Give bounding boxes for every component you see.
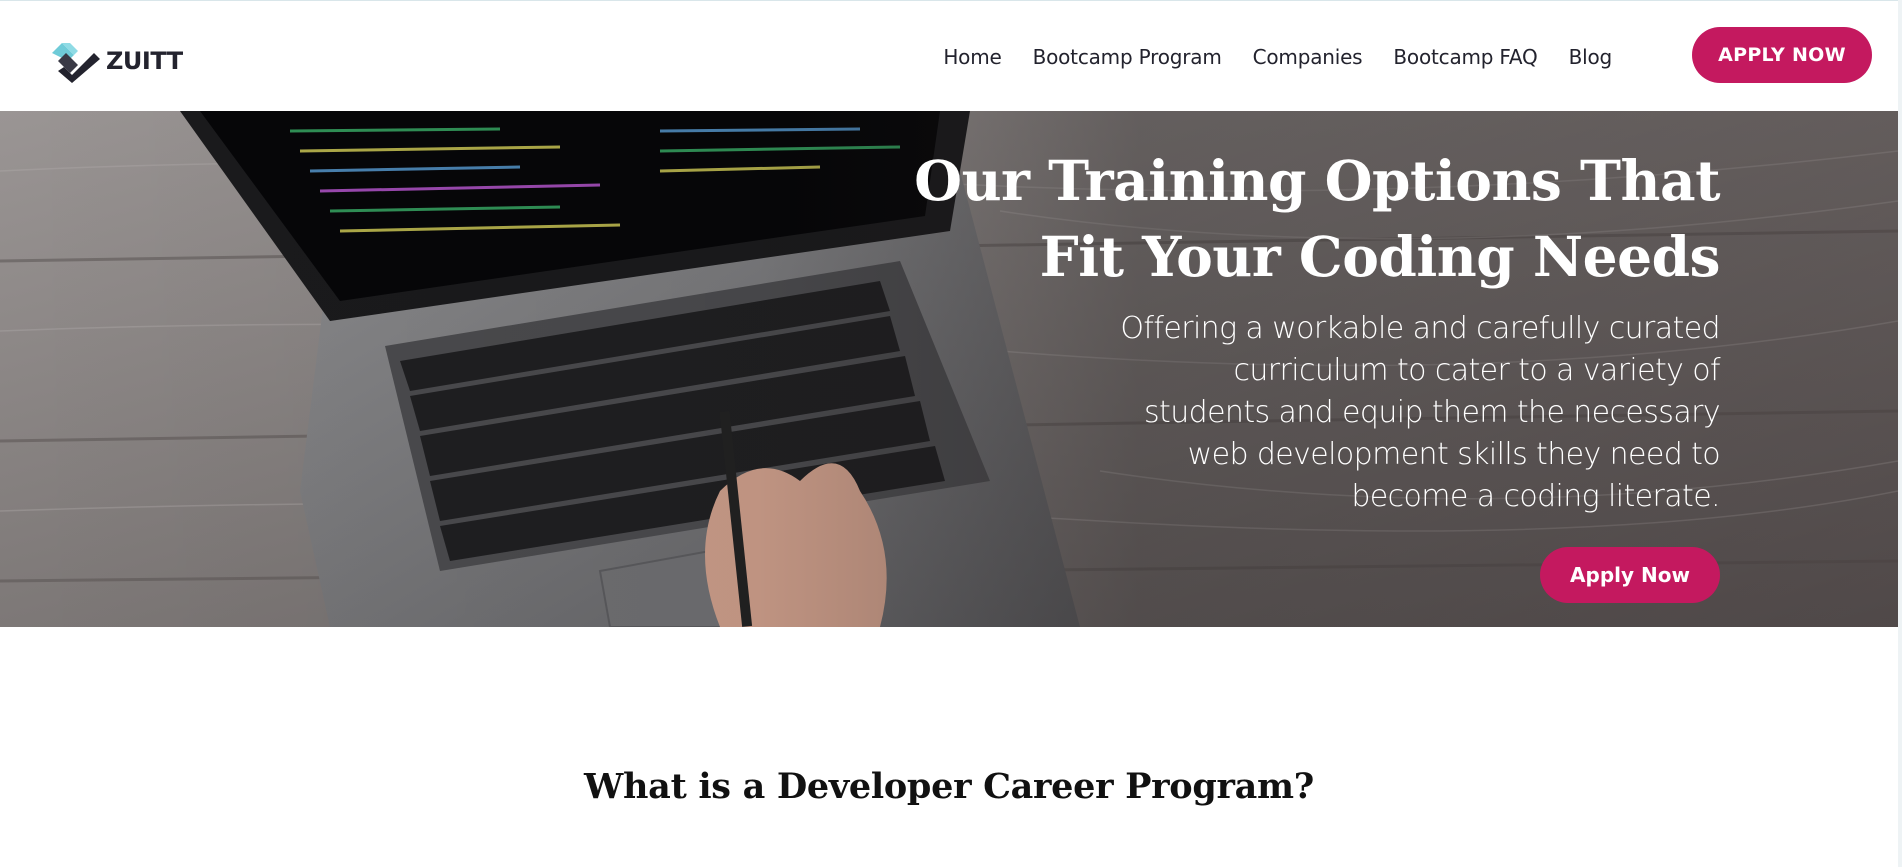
nav-bootcamp-program[interactable]: Bootcamp Program bbox=[1033, 45, 1222, 69]
hero-apply-now-button[interactable]: Apply Now bbox=[1540, 547, 1720, 603]
hero-banner: Our Training Options That Fit Your Codin… bbox=[0, 111, 1898, 627]
nav-bootcamp-faq[interactable]: Bootcamp FAQ bbox=[1393, 45, 1537, 69]
logo-wordmark: ZUITT bbox=[106, 47, 183, 75]
header-apply-now-button[interactable]: APPLY NOW bbox=[1692, 27, 1872, 83]
zuitt-logo-icon bbox=[52, 43, 100, 83]
site-header: ZUITT Home Bootcamp Program Companies Bo… bbox=[0, 0, 1902, 111]
main-nav: Home Bootcamp Program Companies Bootcamp… bbox=[943, 1, 1612, 112]
nav-home[interactable]: Home bbox=[943, 45, 1001, 69]
scrollbar[interactable] bbox=[1898, 0, 1902, 867]
nav-companies[interactable]: Companies bbox=[1253, 45, 1363, 69]
hero-title-line-2: Fit Your Coding Needs bbox=[1039, 224, 1721, 289]
zuitt-logo[interactable]: ZUITT bbox=[48, 39, 183, 83]
section-title: What is a Developer Career Program? bbox=[584, 766, 1314, 807]
hero-subtitle: Offering a workable and carefully curate… bbox=[1120, 311, 1720, 514]
hero-title-line-1: Our Training Options That bbox=[914, 148, 1720, 213]
nav-blog[interactable]: Blog bbox=[1569, 45, 1613, 69]
hero-title: Our Training Options That Fit Your Codin… bbox=[860, 143, 1720, 295]
